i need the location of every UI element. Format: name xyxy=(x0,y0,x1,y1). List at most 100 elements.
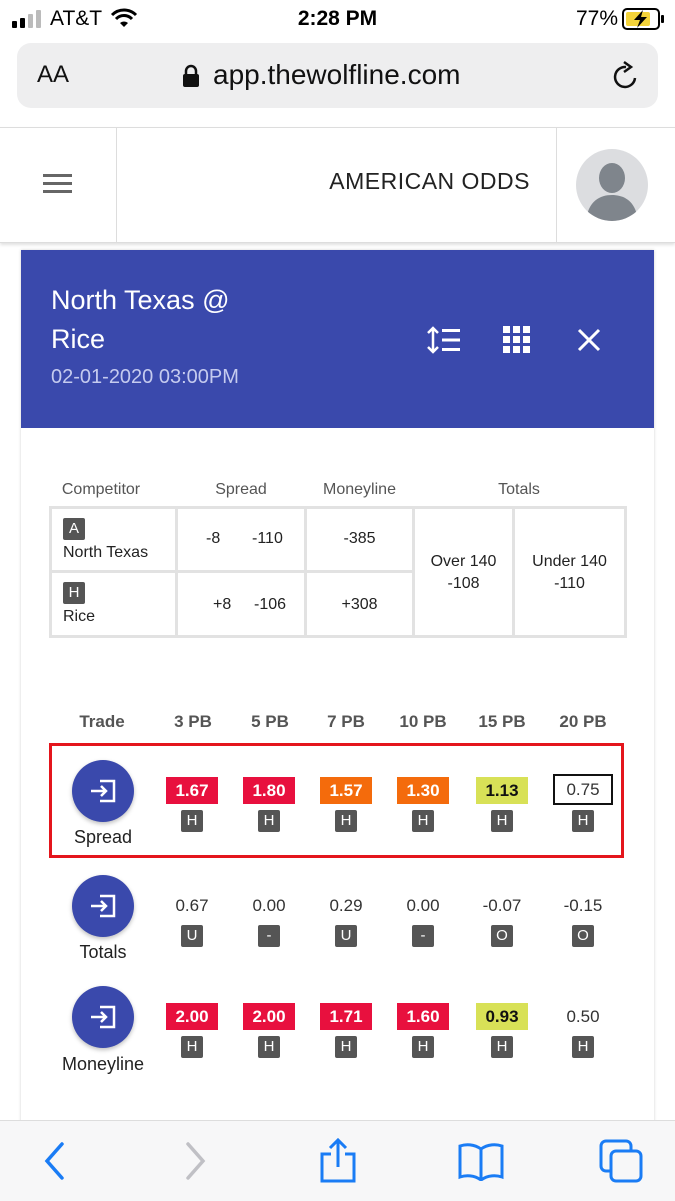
under-price: -110 xyxy=(554,575,585,592)
trade-enter-icon xyxy=(91,779,116,803)
moneyline-value-5pb: 2.00 xyxy=(243,1003,295,1030)
away-team: North Texas xyxy=(63,544,149,561)
spread-badge-20pb: H xyxy=(572,810,594,832)
matchup-line-2: Rice xyxy=(51,324,106,354)
text-size-button[interactable]: AA xyxy=(37,61,69,89)
url-text[interactable]: app.thewolfline.com xyxy=(213,59,460,91)
moneyline-value-15pb: 0.93 xyxy=(476,1003,528,1030)
under-cell[interactable]: Under 140 -110 xyxy=(512,506,627,638)
totals-value-5pb: 0.00 xyxy=(252,896,286,915)
spread-cell-away[interactable]: -8 -110 xyxy=(175,506,307,573)
away-badge: A xyxy=(63,518,85,540)
grid-icon[interactable] xyxy=(503,326,531,354)
trade-label-totals: Totals xyxy=(79,942,127,962)
trade-header-5pb: 5 PB xyxy=(251,712,289,731)
trade-button-moneyline[interactable] xyxy=(72,986,134,1048)
status-bar: AT&T 2:28 PM 77% xyxy=(0,0,675,38)
totals-value-20pb: -0.15 xyxy=(563,896,603,915)
battery-charging-icon xyxy=(622,8,664,30)
moneyline-value-3pb: 2.00 xyxy=(166,1003,218,1030)
browser-toolbar xyxy=(0,1120,675,1201)
back-icon[interactable] xyxy=(42,1141,68,1181)
trade-header-10pb: 10 PB xyxy=(399,712,447,731)
totals-value-3pb: 0.67 xyxy=(175,896,209,915)
sort-icon[interactable] xyxy=(427,326,461,354)
trade-header-trade: Trade xyxy=(79,712,125,731)
trade-label-spread: Spread xyxy=(73,827,133,847)
trade-enter-icon xyxy=(91,1005,116,1029)
spread-cell-home[interactable]: +8 -106 xyxy=(175,570,307,638)
trade-button-totals[interactable] xyxy=(72,875,134,937)
totals-value-7pb: 0.29 xyxy=(329,896,363,915)
spread-badge-7pb: H xyxy=(335,810,357,832)
hamburger-menu-icon[interactable] xyxy=(43,173,73,195)
avatar-icon xyxy=(586,163,638,221)
totals-value-10pb: 0.00 xyxy=(406,896,440,915)
forward-icon xyxy=(186,1142,206,1180)
spread-badge-5pb: H xyxy=(258,810,280,832)
close-icon[interactable] xyxy=(577,328,601,352)
moneyline-value: -385 xyxy=(343,530,376,547)
header-moneyline: Moneyline xyxy=(323,481,396,498)
share-icon[interactable] xyxy=(318,1137,358,1183)
moneyline-badge-7pb: H xyxy=(335,1036,357,1058)
spread-value-3pb: 1.67 xyxy=(166,777,218,804)
over-price: -108 xyxy=(447,575,480,592)
spread-line: -8 xyxy=(206,530,221,547)
game-datetime: 02-01-2020 03:00PM xyxy=(51,366,239,388)
trade-header-7pb: 7 PB xyxy=(327,712,365,731)
trade-button-spread[interactable] xyxy=(72,760,134,822)
spread-badge-10pb: H xyxy=(412,810,434,832)
over-cell[interactable]: Over 140 -108 xyxy=(412,506,515,638)
moneyline-value-7pb: 1.71 xyxy=(320,1003,372,1030)
spread-value-5pb: 1.80 xyxy=(243,777,295,804)
clock: 2:28 PM xyxy=(297,7,378,30)
over-label: Over 140 xyxy=(430,553,497,570)
header-spread: Spread xyxy=(215,481,267,498)
spread-badge-3pb: H xyxy=(181,810,203,832)
totals-badge-3pb: U xyxy=(181,925,203,947)
moneyline-cell-home[interactable]: +308 xyxy=(304,570,415,638)
totals-value-15pb: -0.07 xyxy=(482,896,522,915)
spread-price: -110 xyxy=(252,530,283,547)
under-label: Under 140 xyxy=(532,553,607,570)
matchup-line-1: North Texas @ xyxy=(51,285,230,315)
spread-value-7pb: 1.57 xyxy=(320,777,372,804)
spread-price: -106 xyxy=(254,596,287,613)
tabs-icon[interactable] xyxy=(598,1138,644,1184)
battery-percent: 77% xyxy=(576,7,619,30)
bookmarks-icon[interactable] xyxy=(458,1141,504,1181)
trade-header-15pb: 15 PB xyxy=(478,712,526,731)
moneyline-cell-away[interactable]: -385 xyxy=(304,506,415,573)
header-totals: Totals xyxy=(498,481,540,498)
totals-badge-10pb: - xyxy=(412,925,434,947)
trade-header-20pb: 20 PB xyxy=(559,712,607,731)
matchup-title: North Texas @ Rice xyxy=(51,281,229,359)
moneyline-badge-3pb: H xyxy=(181,1036,203,1058)
totals-badge-7pb: U xyxy=(335,925,357,947)
moneyline-value-10pb: 1.60 xyxy=(397,1003,449,1030)
moneyline-badge-15pb: H xyxy=(491,1036,513,1058)
lock-icon xyxy=(183,64,199,87)
moneyline-badge-5pb: H xyxy=(258,1036,280,1058)
address-bar[interactable]: AA app.thewolfline.com xyxy=(17,43,658,108)
avatar[interactable] xyxy=(576,149,648,221)
trade-enter-icon xyxy=(91,894,116,918)
home-team: Rice xyxy=(63,608,96,625)
home-badge: H xyxy=(63,582,85,604)
trade-header-3pb: 3 PB xyxy=(174,712,212,731)
header-competitor: Competitor xyxy=(61,481,141,498)
spread-value-10pb: 1.30 xyxy=(397,777,449,804)
totals-badge-5pb: - xyxy=(258,925,280,947)
reload-icon[interactable] xyxy=(611,60,641,92)
spread-badge-15pb: H xyxy=(491,810,513,832)
moneyline-value-20pb: 0.50 xyxy=(566,1007,600,1026)
moneyline-value: +308 xyxy=(341,596,378,613)
spread-value-15pb: 1.13 xyxy=(476,777,528,804)
page-title: AMERICAN ODDS xyxy=(329,168,530,194)
trade-label-moneyline: Moneyline xyxy=(61,1054,145,1074)
moneyline-badge-20pb: H xyxy=(572,1036,594,1058)
totals-badge-15pb: O xyxy=(491,925,513,947)
spread-value-20pb: 0.75 xyxy=(553,774,613,805)
game-banner: North Texas @ Rice 02-01-2020 03:00PM xyxy=(21,250,654,428)
